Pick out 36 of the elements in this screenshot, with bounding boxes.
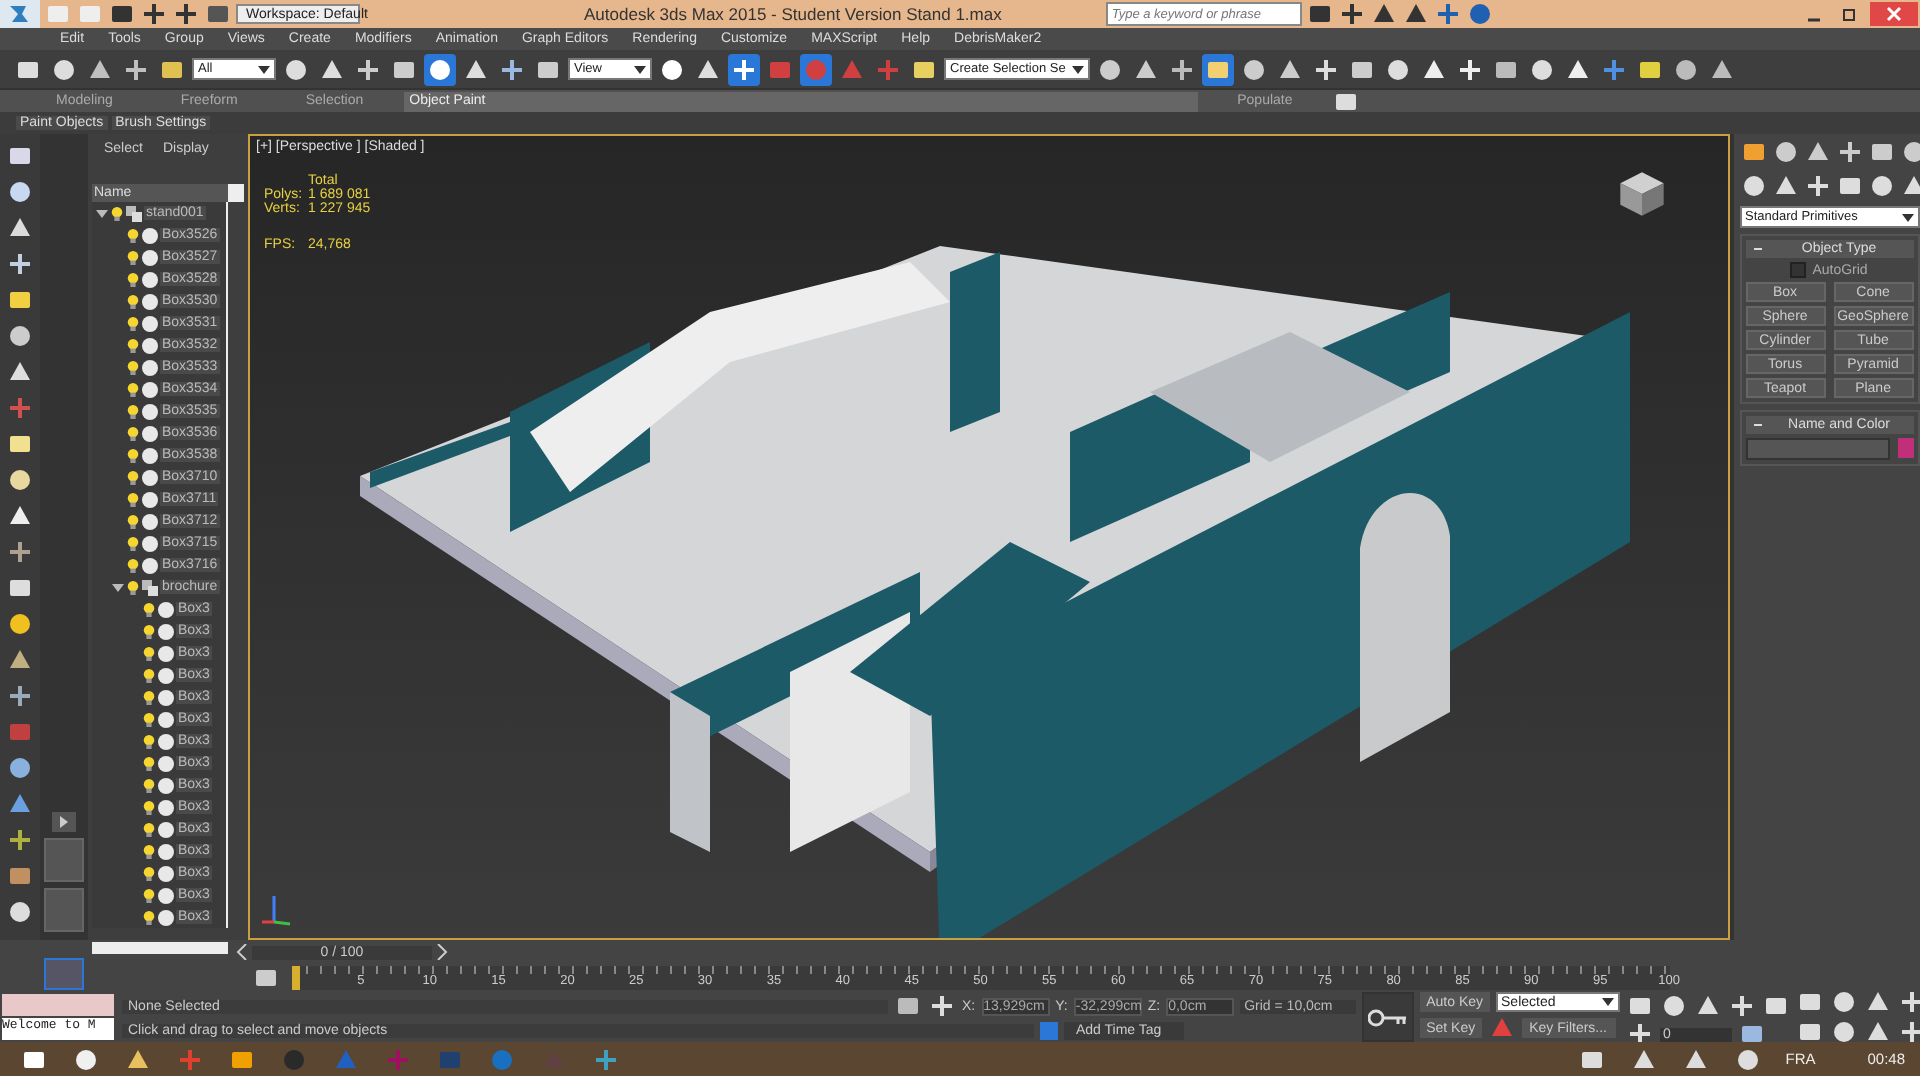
app-tile-icon[interactable] [592,1045,620,1073]
autogrid-checkbox[interactable] [1790,262,1807,278]
project-folder-icon[interactable] [204,0,232,28]
app-tile-icon[interactable] [280,1045,308,1073]
window-title: Autodesk 3ds Max 2015 - Student Version Stand 1.max [584,4,1002,24]
view-cube-icon[interactable] [1615,168,1668,220]
panel-icon[interactable] [6,430,34,458]
maxscript-input-field[interactable] [2,994,114,1016]
dropdown-arrow-icon[interactable] [634,65,646,73]
horizontal-scrollbar[interactable] [92,942,228,954]
dome-icon[interactable] [6,466,34,494]
object-name-field[interactable] [1745,438,1890,460]
dropdown-arrow-icon[interactable] [1901,213,1914,221]
mini-curve-editor-icon[interactable] [252,964,280,992]
save-icon[interactable] [108,0,136,28]
play-arrow-icon[interactable] [58,816,70,828]
close-button[interactable] [1869,2,1918,26]
app-tile-icon[interactable] [488,1045,516,1073]
dropdown-arrow-icon[interactable] [1601,998,1614,1006]
current-frame-marker[interactable] [292,966,300,990]
collapse-arrow-icon[interactable] [96,207,108,219]
close-icon[interactable] [1883,4,1904,24]
group-icon [142,579,158,595]
expand-panel-button[interactable] [52,812,76,832]
application-button[interactable] [0,0,40,28]
object-color-swatch[interactable] [1897,438,1914,458]
collapse-arrow-icon[interactable] [112,581,124,593]
app-tile-icon[interactable] [384,1045,412,1073]
sun-icon[interactable] [6,610,34,638]
group-icon [126,205,142,221]
set-key-button[interactable] [1362,992,1415,1042]
key-icon[interactable] [1368,1007,1409,1027]
dropdown-arrow-icon[interactable] [258,65,270,73]
dropdown-arrow-icon[interactable] [1071,65,1084,73]
sphere-icon[interactable] [6,898,34,926]
restore-icon[interactable] [1839,4,1860,24]
